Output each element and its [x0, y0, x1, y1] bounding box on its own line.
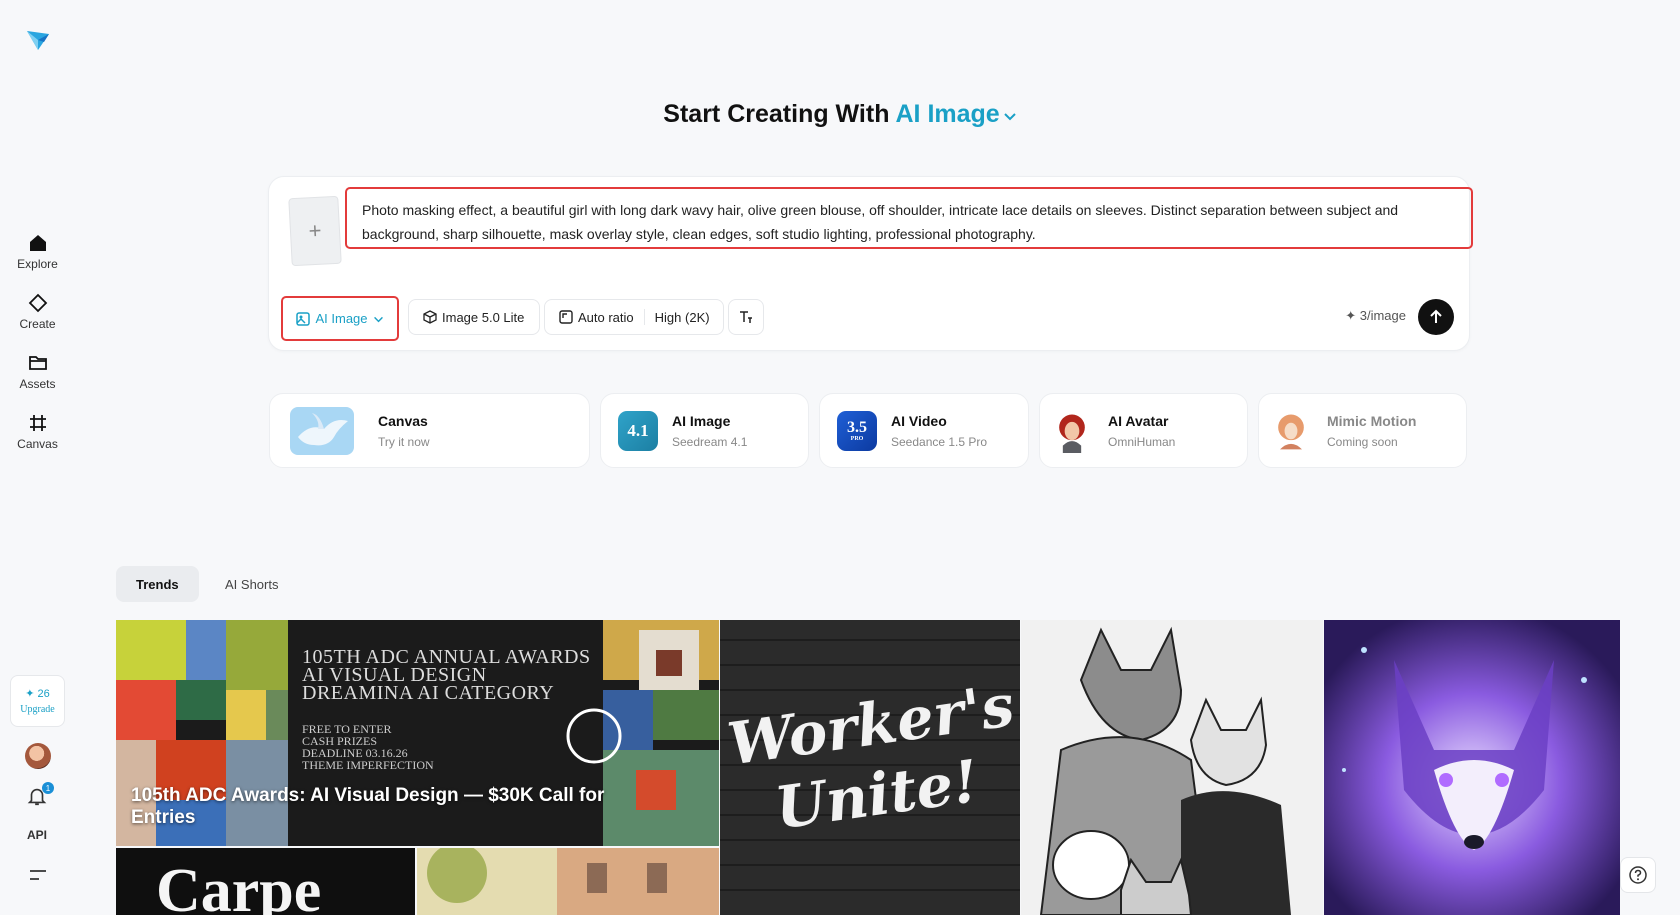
generate-button[interactable] [1418, 299, 1454, 335]
upgrade-label: Upgrade [20, 704, 55, 715]
divider [643, 309, 645, 325]
shortcut-subtitle: OmniHuman [1108, 434, 1176, 449]
ratio-label: Auto ratio [578, 309, 634, 325]
add-reference-button[interactable]: + [288, 195, 342, 267]
pegasus-thumbnail [290, 406, 354, 455]
sidebar-item-canvas[interactable]: Canvas [0, 402, 75, 462]
home-icon [29, 235, 46, 251]
sidebar-item-assets[interactable]: Assets [0, 342, 75, 402]
notifications-button[interactable]: 1 [26, 782, 54, 809]
shortcut-canvas[interactable]: Canvas Try it now [269, 393, 590, 468]
shortcut-subtitle: Try it now [378, 434, 430, 449]
arrow-up-icon [1430, 309, 1442, 323]
title-prefix: Start Creating With [663, 100, 890, 128]
prompt-composer: + Photo masking effect, a beautiful girl… [268, 176, 1473, 351]
badge-text: 3.5 [847, 418, 867, 436]
shortcut-subtitle: Seedream 4.1 [672, 434, 748, 449]
notification-badge: 1 [42, 782, 54, 794]
shortcut-mimic-motion[interactable]: Mimic Motion Coming soon [1258, 393, 1467, 468]
canvas-icon [29, 415, 46, 431]
sidebar-item-label: Explore [17, 257, 58, 271]
chevron-down-icon [373, 316, 383, 322]
poster-detail: THEME IMPERFECTION [302, 758, 434, 772]
dreamina-logo-icon[interactable] [24, 26, 52, 54]
help-button[interactable] [1620, 857, 1656, 893]
credits-count: ✦ 26 [25, 688, 50, 700]
tab-ai-shorts[interactable]: AI Shorts [205, 566, 298, 602]
menu-icon[interactable] [29, 868, 47, 882]
sidebar: Explore Create Assets Canvas ✦ 26 Upgrad… [0, 0, 75, 915]
shortcut-title: Mimic Motion [1327, 412, 1417, 429]
fox-illustration [1324, 620, 1620, 915]
sidebar-item-label: Assets [19, 377, 56, 391]
ratio-quality-selector[interactable]: Auto ratio High (2K) [544, 299, 724, 335]
gallery-card-wolf-cats[interactable] [1021, 620, 1323, 915]
shortcut-ai-video[interactable]: 3.5 PRO AI Video Seedance 1.5 Pro [819, 393, 1029, 468]
api-link[interactable]: API [27, 828, 47, 842]
chevron-down-icon [1003, 113, 1016, 121]
tab-trends[interactable]: Trends [116, 566, 199, 602]
sidebar-item-create[interactable]: Create [0, 282, 75, 342]
seedance-badge: 3.5 PRO [837, 410, 877, 451]
wolf-cats-illustration [1039, 626, 1291, 915]
sidebar-item-explore[interactable]: Explore [0, 222, 75, 282]
model-label: Image 5.0 Lite [442, 309, 525, 325]
model-selector[interactable]: Image 5.0 Lite [408, 299, 540, 335]
diamond-icon [28, 293, 47, 313]
featured-caption: 105th ADC Awards: AI Visual Design — $30… [131, 785, 605, 828]
text-style-button[interactable] [728, 299, 764, 335]
quality-label: High (2K) [654, 309, 710, 325]
seedream-badge: 4.1 [618, 410, 658, 451]
gallery-card-street[interactable] [417, 848, 719, 915]
type-selector-label: AI Image [315, 311, 368, 326]
cube-icon [423, 310, 437, 324]
image-icon [296, 311, 311, 326]
page-title: Start Creating With AI Image [0, 100, 1680, 129]
sidebar-nav: Explore Create Assets Canvas [0, 222, 75, 462]
avatar-thumbnail [1059, 414, 1085, 453]
generator-type-dropdown[interactable]: AI Image [896, 100, 1017, 128]
sidebar-item-label: Create [19, 317, 56, 331]
gallery-card-carpe[interactable]: Carpe [116, 848, 415, 915]
avatar[interactable] [25, 743, 51, 769]
badge-text: 4.1 [627, 420, 649, 440]
text-format-icon [740, 311, 752, 323]
gallery-featured-card[interactable]: 105TH ADC ANNUAL AWARDS AI VISUAL DESIGN… [116, 620, 719, 846]
shortcut-subtitle: Seedance 1.5 Pro [891, 434, 988, 449]
shortcut-ai-avatar[interactable]: AI Avatar OmniHuman [1039, 393, 1248, 468]
shortcut-subtitle: Coming soon [1327, 434, 1398, 449]
generator-type-label: AI Image [895, 100, 1000, 128]
shortcut-ai-image[interactable]: 4.1 AI Image Seedream 4.1 [600, 393, 809, 468]
upgrade-button[interactable]: ✦ 26 Upgrade [10, 675, 65, 727]
poster-title: 105TH ADC ANNUAL AWARDS AI VISUAL DESIGN… [302, 647, 591, 704]
shortcut-title: AI Image [672, 412, 731, 429]
gallery-card-fox[interactable] [1324, 620, 1620, 915]
poster-line: DREAMINA AI CATEGORY [302, 682, 555, 704]
question-icon [1629, 866, 1647, 884]
sidebar-item-label: Canvas [17, 437, 58, 451]
folder-icon [28, 356, 47, 370]
shortcut-title: AI Avatar [1108, 412, 1169, 429]
cost-per-image: ✦ 3/image [1345, 308, 1406, 323]
type-selector[interactable]: AI Image [281, 296, 399, 341]
gallery-card-graffiti[interactable]: Worker's Unite! [720, 620, 1020, 915]
mimic-motion-thumbnail [1278, 414, 1304, 449]
poster-details: FREE TO ENTER CASH PRIZES DEADLINE 03.16… [302, 723, 434, 771]
street-illustration [417, 848, 719, 915]
shortcut-title: AI Video [891, 412, 947, 429]
carpe-text: Carpe [156, 857, 322, 915]
badge-subtext: PRO [850, 435, 864, 442]
aspect-ratio-icon [559, 310, 573, 324]
prompt-input[interactable]: Photo masking effect, a beautiful girl w… [345, 187, 1473, 249]
shortcut-title: Canvas [378, 412, 428, 429]
